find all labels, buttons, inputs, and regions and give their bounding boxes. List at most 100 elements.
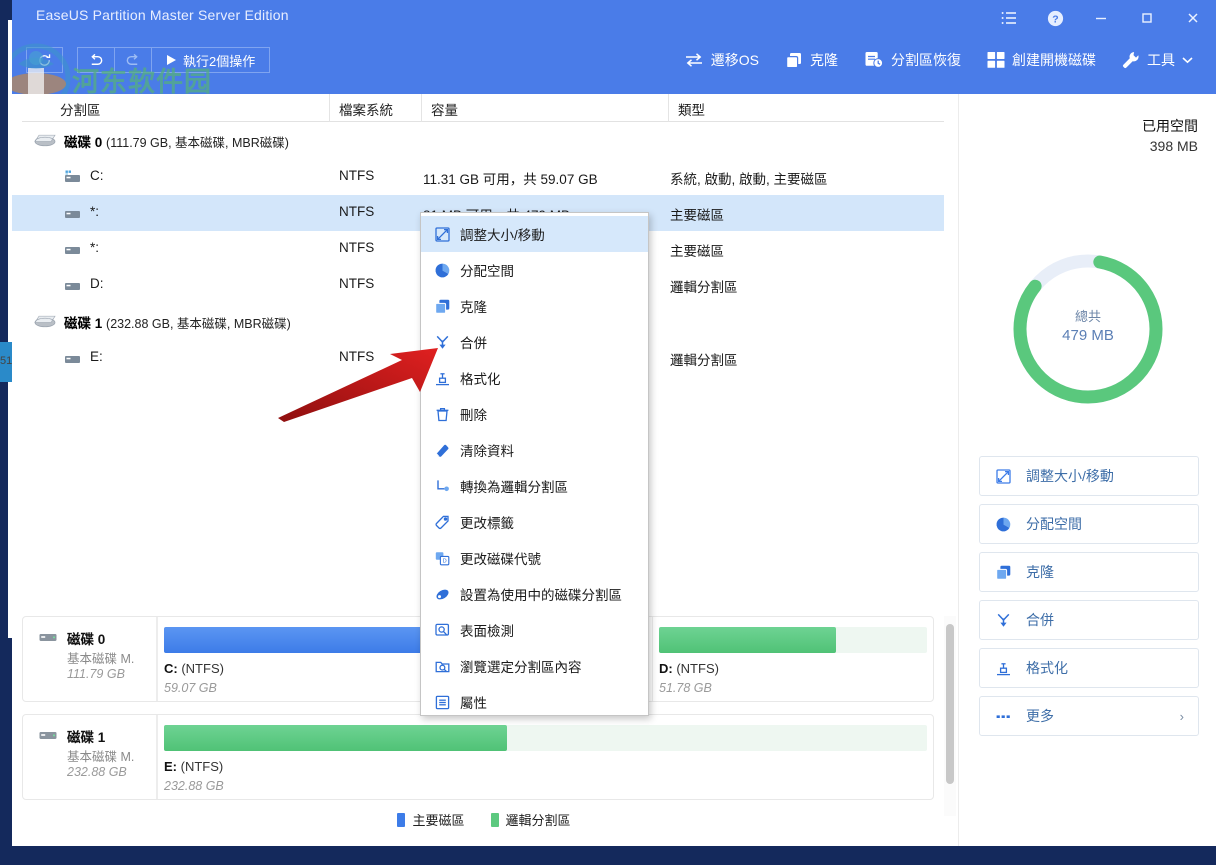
disk-map-scrollbar[interactable] — [944, 616, 956, 816]
row-star2-fs: NTFS — [339, 240, 374, 255]
disk0-c-name: C: — [164, 661, 178, 676]
minimize-button[interactable] — [1078, 0, 1124, 36]
disk1-e-size: 232.88 GB — [164, 779, 224, 793]
partition-icon — [64, 242, 81, 255]
play-icon — [166, 54, 177, 66]
undo-button[interactable] — [78, 48, 115, 72]
partition-recovery-label: 分割區恢復 — [891, 50, 961, 70]
side-button-merge[interactable]: 合併 — [979, 600, 1199, 640]
row-d-fs: NTFS — [339, 276, 374, 291]
toolbar-left-group: 執行2個操作 — [26, 47, 284, 73]
disk0-d-fs: (NTFS) — [676, 661, 719, 676]
column-header-filesystem: 檔案系統 — [339, 99, 393, 119]
resize-move-icon — [431, 227, 453, 242]
context-menu-item-format[interactable]: 格式化 — [421, 360, 648, 396]
disk1-map-size: 232.88 GB — [67, 765, 127, 779]
main-toolbar: 執行2個操作 遷移OS 克隆 — [12, 36, 1216, 94]
side-button-allocate-space-label: 分配空間 — [1026, 514, 1082, 534]
partition-icon — [64, 278, 81, 291]
menu-button[interactable] — [986, 0, 1032, 36]
merge-icon — [431, 335, 453, 350]
context-menu-item-convert-logical[interactable]: 轉換為邏輯分割區 — [421, 468, 648, 504]
context-menu-item-clone[interactable]: 克隆 — [421, 288, 648, 324]
background-tab-number: 51 — [0, 355, 12, 367]
partition-icon — [64, 351, 81, 364]
side-button-resize-move[interactable]: 調整大小/移動 — [979, 456, 1199, 496]
context-menu-item-delete-label: 刪除 — [460, 404, 487, 424]
row-e-fs: NTFS — [339, 349, 374, 364]
used-space-label: 已用空間 — [1142, 116, 1198, 136]
history-execute-group: 執行2個操作 — [77, 47, 270, 73]
side-button-format[interactable]: 格式化 — [979, 648, 1199, 688]
side-button-more[interactable]: 更多 › — [979, 696, 1199, 736]
change-drive-letter-icon: D — [431, 551, 453, 566]
context-menu-item-format-label: 格式化 — [460, 368, 501, 388]
create-boot-disk-button[interactable]: 創建開機磁碟 — [974, 44, 1109, 76]
svg-text:?: ? — [1052, 13, 1058, 25]
execute-operations-button[interactable]: 執行2個操作 — [152, 48, 269, 72]
info-side-panel: 已用空間 398 MB 總共 479 MB — [958, 94, 1216, 846]
tools-button[interactable]: 工具 — [1109, 44, 1206, 76]
execute-operations-label: 執行2個操作 — [183, 51, 255, 70]
context-menu-item-change-drive-letter[interactable]: D 更改磁碟代號 — [421, 540, 648, 576]
context-menu-item-surface-test[interactable]: 表面檢測 — [421, 612, 648, 648]
context-menu-item-explore-partition[interactable]: 瀏覽選定分割區內容 — [421, 648, 648, 684]
context-menu-item-wipe-data-label: 清除資料 — [460, 440, 514, 460]
merge-icon — [996, 613, 1018, 628]
disk0-d-size: 51.78 GB — [659, 681, 712, 695]
used-space-value: 398 MB — [1142, 138, 1198, 154]
title-bar: EaseUS Partition Master Server Edition ? — [12, 0, 1216, 36]
disk0-partition-d[interactable]: D: (NTFS) 51.78 GB — [653, 617, 933, 701]
disk1-e-name: E: — [164, 759, 177, 774]
side-button-clone[interactable]: 克隆 — [979, 552, 1199, 592]
context-menu-item-change-label[interactable]: 更改標籤 — [421, 504, 648, 540]
table-row-disk0[interactable]: 磁碟 0 (111.79 GB, 基本磁碟, MBR磁碟) — [12, 122, 944, 159]
side-button-more-label: 更多 — [1026, 706, 1054, 726]
scrollbar-thumb[interactable] — [946, 624, 954, 784]
wrench-icon — [1122, 51, 1140, 69]
disk-map-disk1[interactable]: 磁碟 1 基本磁碟 M. 232.88 GB E: (NTFS) 232 — [22, 714, 934, 800]
refresh-group — [26, 47, 63, 73]
table-row-c[interactable]: C: NTFS 11.31 GB 可用，共 59.07 GB 系統, 啟動, 啟… — [12, 159, 944, 195]
disk0-map-info: 磁碟 0 基本磁碟 M. 111.79 GB — [23, 617, 157, 701]
resize-move-icon — [996, 469, 1018, 484]
maximize-button[interactable] — [1124, 0, 1170, 36]
side-button-allocate-space[interactable]: 分配空間 — [979, 504, 1199, 544]
partition-recovery-button[interactable]: 分割區恢復 — [851, 44, 974, 76]
refresh-icon — [37, 53, 52, 68]
disk0-map-name: 磁碟 0 — [67, 628, 105, 648]
partition-context-menu: 調整大小/移動 分配空間 克隆 合併 — [420, 212, 649, 716]
context-menu-item-resize-move[interactable]: 調整大小/移動 — [421, 216, 648, 252]
disk1-partition-e[interactable]: E: (NTFS) 232.88 GB — [158, 715, 933, 799]
column-header-partition: 分割區 — [60, 99, 101, 119]
usage-donut-chart: 總共 479 MB — [1003, 244, 1173, 414]
side-button-merge-label: 合併 — [1026, 610, 1054, 630]
disk0-d-bar — [659, 627, 927, 653]
disk0-map-type: 基本磁碟 M. — [67, 648, 134, 667]
context-menu-item-explore-partition-label: 瀏覽選定分割區內容 — [460, 656, 582, 676]
row-star2-type: 主要磁區 — [670, 240, 724, 260]
disk0-info: (111.79 GB, 基本磁碟, MBR磁碟) — [106, 136, 289, 150]
refresh-button[interactable] — [27, 48, 62, 72]
context-menu-item-set-active[interactable]: 設置為使用中的磁碟分割區 — [421, 576, 648, 612]
context-menu-item-wipe-data[interactable]: 清除資料 — [421, 432, 648, 468]
disk0-name: 磁碟 0 — [64, 135, 102, 150]
context-menu-item-merge[interactable]: 合併 — [421, 324, 648, 360]
context-menu-item-properties[interactable]: 屬性 — [421, 684, 648, 720]
context-menu-item-clone-label: 克隆 — [460, 296, 487, 316]
row-star1-type: 主要磁區 — [670, 204, 724, 224]
legend-primary-swatch — [397, 813, 405, 827]
close-button[interactable] — [1170, 0, 1216, 36]
convert-logical-icon — [431, 479, 453, 494]
context-menu-item-delete[interactable]: 刪除 — [421, 396, 648, 432]
minimize-icon — [1094, 11, 1108, 25]
disk1-map-type: 基本磁碟 M. — [67, 746, 134, 765]
disk1-e-label: E: (NTFS) — [164, 759, 223, 774]
redo-button[interactable] — [115, 48, 152, 72]
help-button[interactable]: ? — [1032, 0, 1078, 36]
create-boot-disk-icon — [987, 51, 1005, 69]
context-menu-item-allocate-space[interactable]: 分配空間 — [421, 252, 648, 288]
migrate-os-button[interactable]: 遷移OS — [671, 44, 772, 76]
change-label-icon — [431, 515, 453, 530]
clone-button[interactable]: 克隆 — [772, 44, 851, 76]
